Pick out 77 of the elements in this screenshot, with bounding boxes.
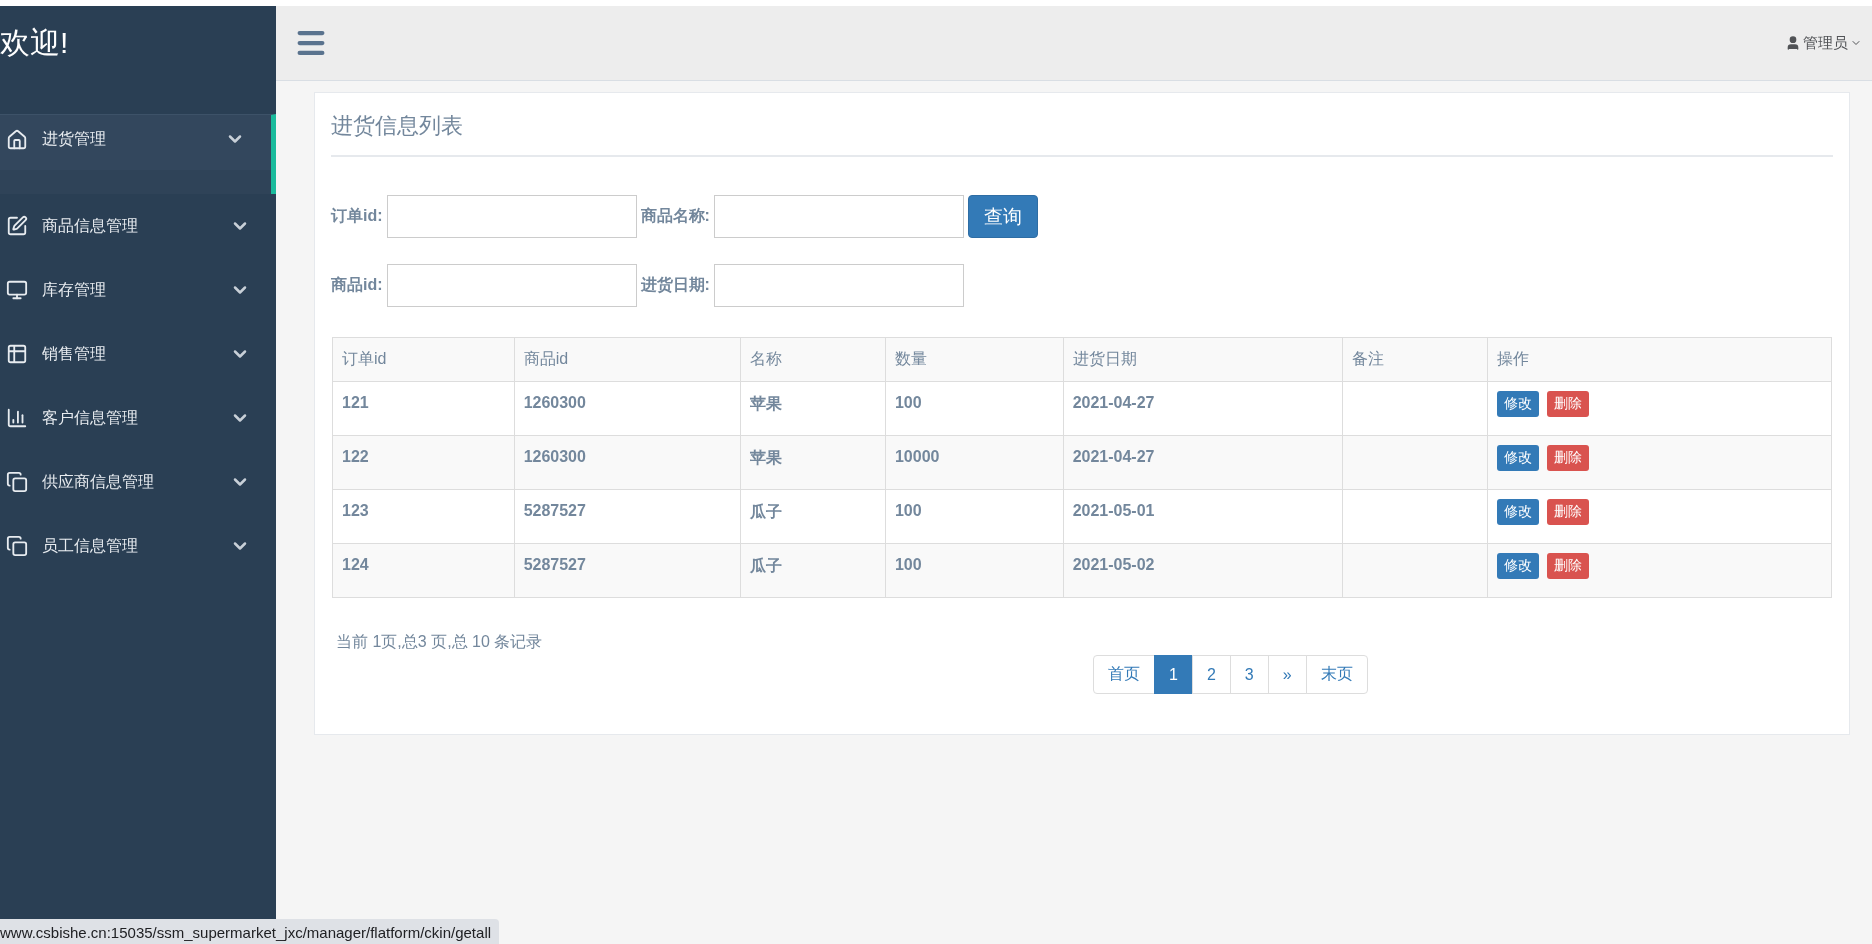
sidebar-item[interactable]: 供应商信息管理 — [0, 450, 276, 514]
table-cell: 2021-04-27 — [1063, 435, 1343, 490]
search-button[interactable]: 查询 — [967, 195, 1038, 238]
table-cell: 2021-05-02 — [1063, 543, 1343, 598]
table-cell: 1260300 — [514, 381, 741, 436]
column-header: 进货日期 — [1063, 337, 1343, 382]
table-cell: 100 — [885, 489, 1064, 544]
welcome-title: 欢迎! — [0, 24, 70, 61]
table-cell: 苹果 — [740, 435, 886, 490]
column-header: 名称 — [740, 337, 886, 382]
input-field[interactable] — [713, 264, 964, 307]
edit-button[interactable]: 修改 — [1496, 553, 1539, 579]
field-label: 商品名称: — [640, 206, 710, 226]
field-label: 进货日期: — [640, 275, 710, 296]
edit-button[interactable]: 修改 — [1496, 499, 1539, 525]
copy-icon — [6, 471, 28, 493]
table-cell: 1260300 — [514, 435, 741, 490]
table-cell: 100 — [885, 381, 1064, 436]
delete-button[interactable]: 删除 — [1546, 445, 1589, 471]
page-button[interactable]: » — [1267, 655, 1307, 694]
column-header: 订单id — [332, 337, 515, 382]
table-cell: 5287527 — [514, 489, 741, 544]
sidebar-item[interactable]: 库存管理 — [0, 258, 276, 322]
sidebar-item[interactable]: 销售管理 — [0, 322, 276, 386]
table-cell: 124 — [332, 543, 515, 598]
table-cell: 122 — [332, 435, 515, 490]
table-cell: 10000 — [885, 435, 1064, 490]
table-cell: 121 — [332, 381, 515, 436]
column-header: 操作 — [1487, 337, 1832, 382]
column-header: 备注 — [1342, 337, 1488, 382]
table-cell: 100 — [885, 543, 1064, 598]
sidebar-item-label: 销售管理 — [42, 343, 107, 364]
table-cell: 123 — [332, 489, 515, 544]
sidebar-item[interactable]: 商品信息管理 — [0, 194, 276, 258]
input-field[interactable] — [386, 195, 637, 238]
sidebar-item[interactable]: 客户信息管理 — [0, 386, 276, 450]
table-cell: 5287527 — [514, 543, 741, 598]
sidebar-item[interactable]: 员工信息管理 — [0, 514, 276, 578]
page-button[interactable]: 首页 — [1093, 655, 1155, 694]
link-preview-url: www.csbishe.cn:15035/ssm_supermarket_jxc/manager/flatform/ckin/getall — [0, 919, 500, 944]
bar-chart-icon — [6, 407, 28, 429]
table-cell: 瓜子 — [740, 489, 886, 544]
page-button[interactable]: 3 — [1229, 655, 1269, 694]
edit-button[interactable]: 修改 — [1496, 391, 1539, 417]
user-menu[interactable]: 管理员 — [1779, 32, 1868, 54]
table-cell: 2021-04-27 — [1063, 381, 1343, 436]
pencil-square-icon — [6, 215, 28, 237]
sidebar-item-label: 客户信息管理 — [42, 407, 139, 428]
table-cell: 瓜子 — [740, 543, 886, 598]
page-button[interactable]: 1 — [1154, 655, 1193, 694]
table-cell: 2021-05-01 — [1063, 489, 1343, 544]
field-label: 订单id: — [331, 206, 383, 226]
input-field[interactable] — [386, 264, 637, 307]
column-header: 数量 — [885, 337, 1064, 382]
grid-icon — [6, 343, 28, 365]
monitor-icon — [6, 279, 28, 301]
sidebar-item-label: 库存管理 — [42, 279, 107, 300]
delete-button[interactable]: 删除 — [1546, 499, 1589, 525]
sidebar-item-label: 商品信息管理 — [42, 215, 139, 236]
copy-icon — [6, 535, 28, 557]
sidebar-item-label: 供应商信息管理 — [42, 471, 155, 492]
panel-title: 进货信息列表 — [331, 107, 1833, 157]
sidebar-item[interactable]: 进货管理 — [0, 114, 276, 194]
user-icon — [1785, 35, 1801, 51]
column-header: 商品id — [514, 337, 741, 382]
page-button[interactable]: 2 — [1191, 655, 1231, 694]
house-icon — [6, 129, 28, 151]
delete-button[interactable]: 删除 — [1546, 553, 1589, 579]
sidebar-item-label: 进货管理 — [42, 129, 107, 149]
sidebar-item-label: 员工信息管理 — [42, 535, 139, 556]
delete-button[interactable]: 删除 — [1546, 391, 1589, 417]
page-button[interactable]: 末页 — [1305, 655, 1368, 694]
input-field[interactable] — [713, 195, 964, 238]
table-cell: 苹果 — [740, 381, 886, 436]
field-label: 商品id: — [331, 275, 383, 295]
edit-button[interactable]: 修改 — [1496, 445, 1539, 471]
record-summary: 当前 1页,总3 页,总 10 条记录 — [336, 632, 544, 652]
